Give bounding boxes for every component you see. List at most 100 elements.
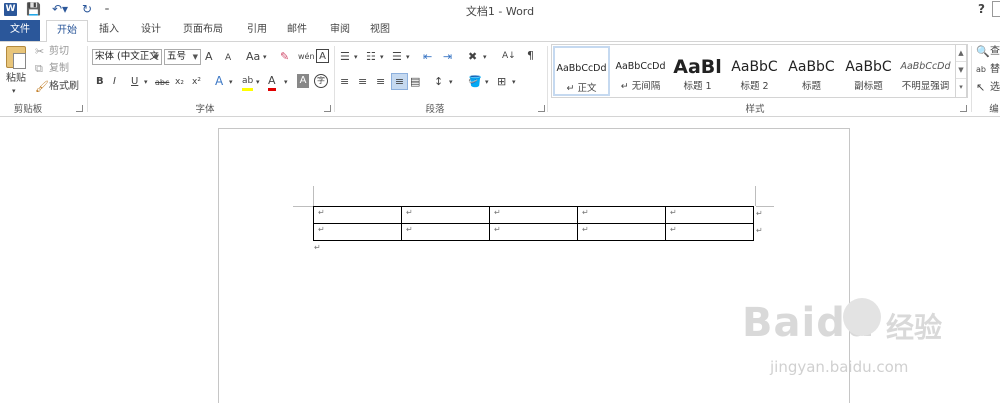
borders-icon[interactable]: ⊞ bbox=[497, 75, 506, 89]
tab-review[interactable]: 审阅 bbox=[323, 20, 357, 41]
multilevel-dropdown-icon[interactable]: ▾ bbox=[406, 50, 410, 64]
format-painter-button[interactable]: 格式刷 bbox=[49, 80, 79, 94]
chinese-layout-icon[interactable]: ✖ bbox=[468, 50, 477, 64]
borders-dropdown-icon[interactable]: ▾ bbox=[512, 75, 516, 89]
copy-icon[interactable]: ⧉ bbox=[35, 62, 43, 76]
tab-design[interactable]: 设计 bbox=[134, 20, 168, 41]
multilevel-list-icon[interactable]: ☰ bbox=[392, 50, 402, 64]
font-launcher-icon[interactable] bbox=[324, 105, 331, 112]
numbering-icon[interactable]: ☷ bbox=[366, 50, 376, 64]
tab-references[interactable]: 引用 bbox=[240, 20, 274, 41]
font-size-combo[interactable]: 五号 ▼ bbox=[164, 49, 201, 65]
copy-button[interactable]: 复制 bbox=[49, 62, 69, 76]
paste-button[interactable]: 粘贴 bbox=[6, 72, 26, 86]
cut-button[interactable]: 剪切 bbox=[49, 45, 69, 59]
find-icon[interactable]: 🔍 bbox=[976, 45, 990, 59]
document-table[interactable]: ↵ ↵ ↵ ↵ ↵ ↵ ↵ ↵ ↵ ↵ bbox=[313, 206, 754, 241]
underline-dropdown-icon[interactable]: ▾ bbox=[144, 75, 148, 89]
paste-icon[interactable] bbox=[6, 46, 26, 69]
select-icon[interactable]: ↖ bbox=[976, 81, 985, 95]
paragraph-launcher-icon[interactable] bbox=[538, 105, 545, 112]
tab-view[interactable]: 视图 bbox=[363, 20, 397, 41]
subscript-icon[interactable]: x₂ bbox=[175, 75, 184, 89]
tab-insert[interactable]: 插入 bbox=[92, 20, 126, 41]
tab-page-layout[interactable]: 页面布局 bbox=[176, 20, 230, 41]
show-marks-icon[interactable]: ¶ bbox=[527, 49, 534, 63]
table-cell[interactable]: ↵ bbox=[577, 223, 666, 241]
align-left-icon[interactable]: ≡ bbox=[340, 75, 349, 89]
char-border-icon[interactable]: A bbox=[316, 49, 329, 63]
select-button[interactable]: 选 bbox=[990, 81, 1000, 95]
style-normal[interactable]: AaBbCcDd ↵ 正文 bbox=[553, 46, 610, 96]
distributed-icon[interactable]: ▤ bbox=[410, 75, 420, 89]
change-case-icon[interactable]: Aa bbox=[246, 50, 260, 64]
change-case-dropdown-icon[interactable]: ▾ bbox=[263, 50, 267, 64]
grow-font-icon[interactable]: A bbox=[205, 50, 213, 64]
char-shading-icon[interactable]: A bbox=[297, 74, 309, 88]
tab-mailings[interactable]: 邮件 bbox=[280, 20, 314, 41]
clipboard-launcher-icon[interactable] bbox=[76, 105, 83, 112]
decrease-indent-icon[interactable]: ⇤ bbox=[423, 50, 432, 64]
highlight-icon[interactable]: ab bbox=[242, 74, 254, 91]
help-button[interactable]: ? bbox=[978, 2, 985, 16]
style-subtle-emphasis[interactable]: AaBbCcDd 不明显强调 bbox=[897, 46, 954, 96]
superscript-icon[interactable]: x² bbox=[192, 75, 201, 89]
table-cell[interactable]: ↵ bbox=[489, 223, 578, 241]
bullets-dropdown-icon[interactable]: ▾ bbox=[354, 50, 358, 64]
style-heading-2[interactable]: AaBbC 标题 2 bbox=[726, 46, 783, 96]
style-preview: AaBbCcDd bbox=[615, 61, 666, 72]
font-name-combo[interactable]: 宋体 (中文正文 ▼ bbox=[92, 49, 162, 65]
table-cell[interactable]: ↵ bbox=[489, 206, 578, 224]
style-subtitle[interactable]: AaBbC 副标题 bbox=[840, 46, 897, 96]
table-cell[interactable]: ↵ bbox=[577, 206, 666, 224]
find-button[interactable]: 查 bbox=[990, 45, 1000, 59]
table-cell[interactable]: ↵ bbox=[665, 206, 754, 224]
highlight-dropdown-icon[interactable]: ▾ bbox=[256, 75, 260, 89]
table-cell[interactable]: ↵ bbox=[401, 206, 490, 224]
align-center-icon[interactable]: ≡ bbox=[358, 75, 367, 89]
increase-indent-icon[interactable]: ⇥ bbox=[443, 50, 452, 64]
style-title[interactable]: AaBbC 标题 bbox=[783, 46, 840, 96]
replace-button[interactable]: 替 bbox=[990, 63, 1000, 77]
table-cell[interactable]: ↵ bbox=[401, 223, 490, 241]
styles-launcher-icon[interactable] bbox=[960, 105, 967, 112]
clear-format-icon[interactable]: ✎ bbox=[280, 50, 289, 64]
text-effects-icon[interactable]: A bbox=[215, 74, 223, 88]
shading-icon[interactable]: 🪣 bbox=[468, 75, 482, 89]
phonetic-guide-icon[interactable]: wén bbox=[298, 50, 315, 64]
table-cell[interactable]: ↵ bbox=[313, 223, 402, 241]
italic-icon[interactable]: I bbox=[113, 75, 116, 89]
line-spacing-icon[interactable]: ↕ bbox=[434, 75, 443, 89]
format-painter-icon[interactable]: 🖌 bbox=[35, 80, 49, 94]
sort-icon[interactable]: A↓ bbox=[502, 49, 516, 63]
bullets-icon[interactable]: ☰ bbox=[340, 50, 350, 64]
line-spacing-dropdown-icon[interactable]: ▾ bbox=[449, 75, 453, 89]
ribbon-display-options-icon[interactable] bbox=[992, 1, 1000, 17]
gallery-down-icon[interactable]: ▼ bbox=[956, 62, 966, 79]
font-color-icon[interactable]: A bbox=[268, 74, 276, 91]
enclose-char-icon[interactable]: 字 bbox=[314, 74, 328, 88]
paste-dropdown-icon[interactable]: ▾ bbox=[12, 84, 16, 98]
style-heading-1[interactable]: AaBl 标题 1 bbox=[669, 46, 726, 96]
chinese-layout-dropdown-icon[interactable]: ▾ bbox=[483, 50, 487, 64]
shrink-font-icon[interactable]: A bbox=[225, 51, 231, 65]
gallery-more-icon[interactable]: ▾ bbox=[956, 79, 966, 96]
tab-home[interactable]: 开始 bbox=[46, 20, 88, 42]
gallery-up-icon[interactable]: ▲ bbox=[956, 45, 966, 62]
table-cell[interactable]: ↵ bbox=[313, 206, 402, 224]
align-right-icon[interactable]: ≡ bbox=[376, 75, 385, 89]
document-page[interactable] bbox=[218, 128, 850, 403]
replace-icon[interactable]: ab bbox=[976, 63, 986, 77]
font-color-dropdown-icon[interactable]: ▾ bbox=[284, 75, 288, 89]
numbering-dropdown-icon[interactable]: ▾ bbox=[380, 50, 384, 64]
tab-file[interactable]: 文件 bbox=[0, 20, 40, 41]
justify-icon[interactable]: ≡ bbox=[391, 73, 408, 90]
shading-dropdown-icon[interactable]: ▾ bbox=[485, 75, 489, 89]
bold-icon[interactable]: B bbox=[96, 75, 104, 89]
cut-icon[interactable]: ✂ bbox=[35, 45, 44, 59]
underline-icon[interactable]: U bbox=[131, 75, 138, 89]
text-effects-dropdown-icon[interactable]: ▾ bbox=[229, 75, 233, 89]
table-cell[interactable]: ↵ bbox=[665, 223, 754, 241]
strikethrough-icon[interactable]: abc bbox=[155, 76, 169, 90]
style-no-spacing[interactable]: AaBbCcDd ↵ 无间隔 bbox=[612, 46, 669, 96]
